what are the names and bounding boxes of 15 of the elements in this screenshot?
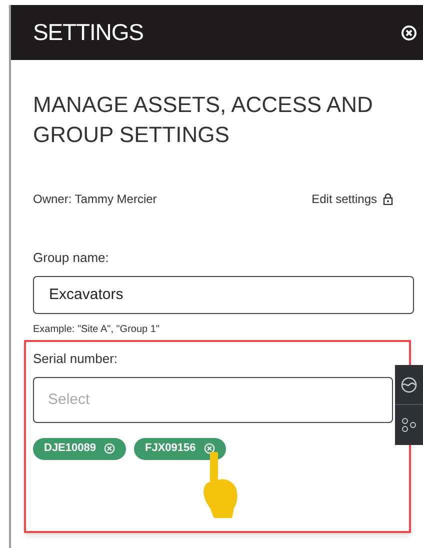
close-icon[interactable]	[401, 24, 417, 40]
remove-icon[interactable]	[204, 443, 215, 454]
wave-icon[interactable]	[400, 376, 418, 394]
page-heading: MANAGE ASSETS, ACCESS AND GROUP SETTINGS	[33, 91, 373, 149]
group-name-field[interactable]: Excavators	[33, 276, 414, 314]
field-label: Serial number:	[33, 350, 119, 368]
remove-icon[interactable]	[104, 443, 115, 454]
field-label: Group name:	[33, 249, 110, 267]
field-hint: Example: "Site A", "Group 1"	[33, 322, 160, 336]
owner-text: Owner: Tammy Mercier	[33, 191, 157, 208]
serial-number-select[interactable]: Select	[33, 376, 393, 422]
lock-icon	[383, 193, 393, 205]
window-title: SETTINGS	[33, 18, 144, 48]
nodes-icon[interactable]	[401, 417, 417, 433]
edit-settings-link[interactable]: Edit settings	[312, 190, 393, 208]
